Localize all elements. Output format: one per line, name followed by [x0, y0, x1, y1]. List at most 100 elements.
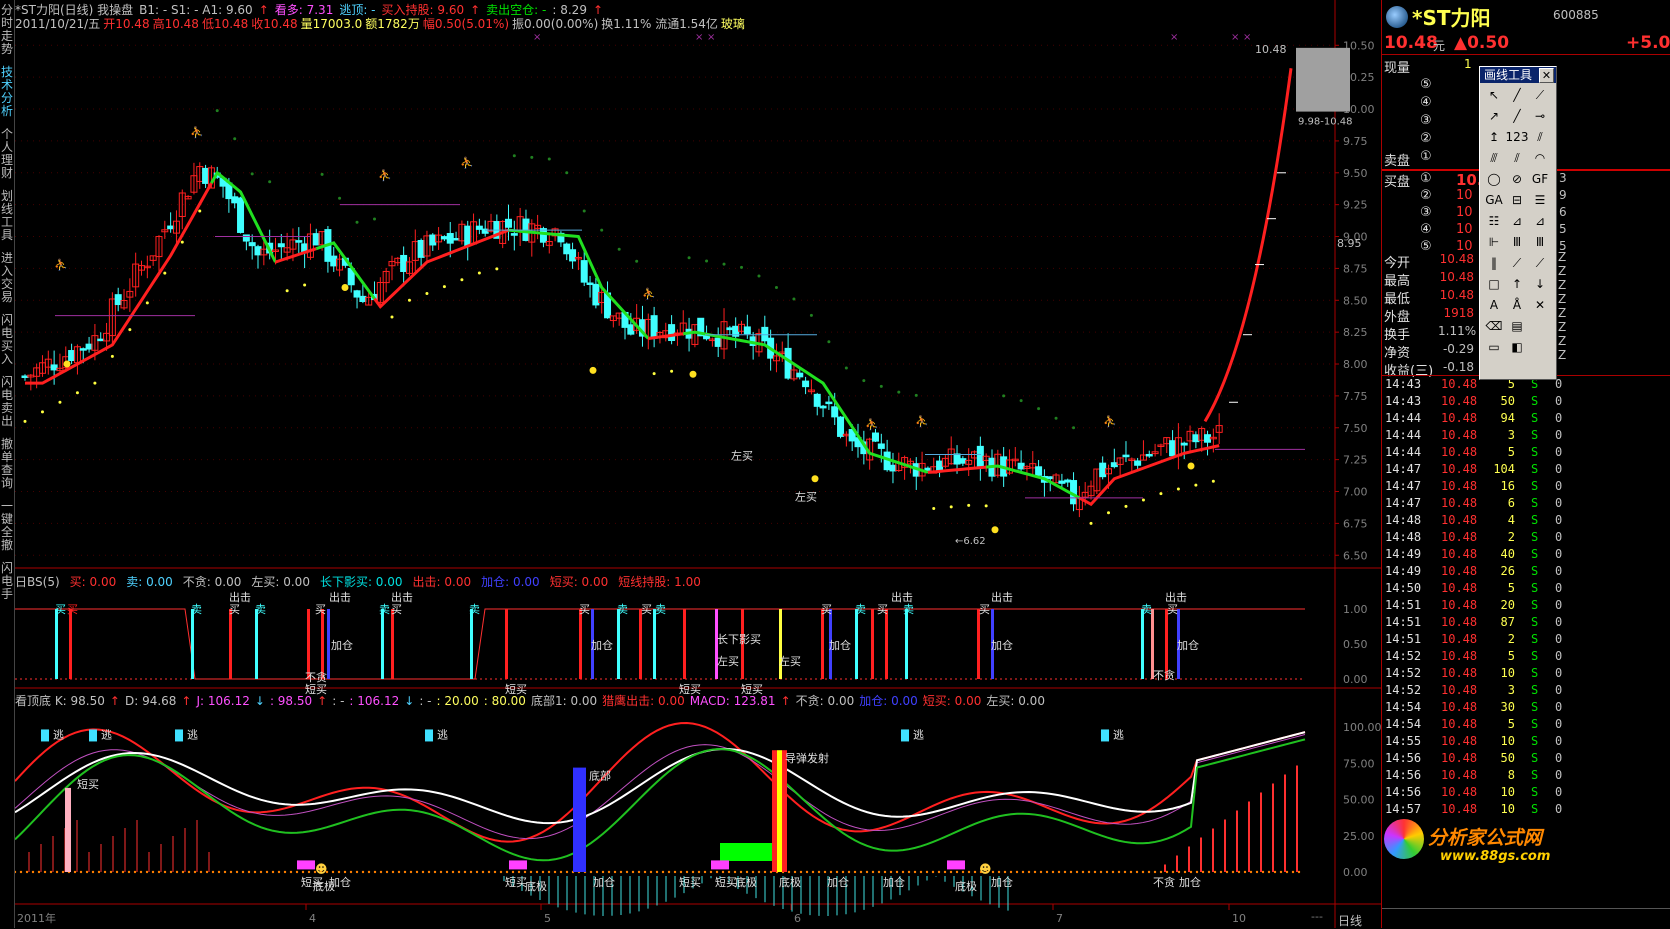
- stop-dot: [810, 314, 813, 317]
- sidebar-tab[interactable]: 闪电买入: [1, 314, 13, 372]
- kdj-baseline-dot: [446, 871, 448, 873]
- sidebar-tab[interactable]: 技术分析: [1, 66, 13, 124]
- kdj-baseline-dot: [1118, 871, 1120, 873]
- kdj-baseline-dot: [488, 871, 490, 873]
- candle-body: [628, 325, 634, 334]
- kdj-baseline-dot: [1106, 871, 1108, 873]
- kdj-baseline-dot: [374, 871, 376, 873]
- candle-body: [86, 344, 92, 349]
- signal-dot: [690, 371, 697, 378]
- kdj-baseline-dot: [1142, 871, 1144, 873]
- kdj-baseline-dot: [974, 871, 976, 873]
- kdj-baseline-dot: [740, 871, 742, 873]
- kdj-baseline-dot: [344, 871, 346, 873]
- kdj-baseline-dot: [1286, 871, 1288, 873]
- bs-axis-label: 0.50: [1343, 638, 1368, 651]
- sidebar-tab[interactable]: 撤单查询: [1, 438, 13, 496]
- stop-dot: [181, 241, 184, 244]
- bs-signal-bar: [855, 609, 858, 679]
- stop-dot: [897, 391, 900, 394]
- runner-icon: ⛹: [460, 155, 474, 169]
- chart-area[interactable]: 10.5010.2510.009.759.509.259.008.758.508…: [15, 0, 1381, 928]
- price-tick-label: 8.50: [1343, 294, 1368, 307]
- kdj-baseline-dot: [20, 871, 22, 873]
- stop-dot: [618, 248, 621, 251]
- sidebar-tab[interactable]: 划线工具: [1, 190, 13, 248]
- bs-signal-label: 出击: [991, 590, 1013, 604]
- candle-body: [296, 241, 302, 243]
- candle-body: [570, 250, 576, 261]
- magenta-block: [711, 860, 729, 869]
- kdj-baseline-dot: [500, 871, 502, 873]
- sidebar-tab[interactable]: 闪电卖出: [1, 376, 13, 434]
- bs-signal-bar: [653, 609, 656, 679]
- box-range-label: 9.98-10.48: [1298, 117, 1353, 128]
- kdj-baseline-dot: [272, 871, 274, 873]
- bs-signal-label: 卖: [191, 603, 202, 616]
- kdj-baseline-dot: [260, 871, 262, 873]
- kdj-baseline-dot: [1280, 871, 1282, 873]
- kdj-baseline-dot: [770, 871, 772, 873]
- kdj-baseline-dot: [524, 871, 526, 873]
- kdj-baseline-dot: [896, 871, 898, 873]
- kdj-baseline-dot: [1190, 871, 1192, 873]
- sidebar-tab[interactable]: 闪电手: [1, 562, 13, 607]
- candle-body: [238, 198, 244, 232]
- missile-bar: [782, 750, 787, 872]
- price-box: [1296, 48, 1350, 112]
- kdj-baseline-dot: [1082, 871, 1084, 873]
- bs-signal-bar: [191, 609, 194, 679]
- kdj-baseline-dot: [908, 871, 910, 873]
- candle-body: [564, 244, 570, 254]
- price-tick-label: 8.75: [1343, 262, 1368, 275]
- kdj-baseline-dot: [1274, 871, 1276, 873]
- stop-dot: [93, 382, 96, 385]
- kdj-baseline-dot: [1166, 871, 1168, 873]
- signal-dot: [590, 367, 597, 374]
- stop-dot: [653, 372, 656, 375]
- sidebar-tab[interactable]: 分时走势: [1, 4, 13, 62]
- candle-body: [115, 295, 121, 305]
- sidebar-tab[interactable]: 进入交易: [1, 252, 13, 310]
- candle-body: [1123, 455, 1129, 457]
- candle-body: [872, 433, 878, 441]
- sidebar-tab[interactable]: 个人理财: [1, 128, 13, 186]
- kdj-baseline-dot: [170, 871, 172, 873]
- kdj-baseline-dot: [920, 871, 922, 873]
- kdj-baseline-dot: [590, 871, 592, 873]
- stop-dot: [740, 266, 743, 269]
- kdj-baseline-dot: [1040, 871, 1042, 873]
- candle-body: [954, 454, 960, 464]
- stop-dot: [705, 259, 708, 262]
- escape-marker: [425, 729, 433, 741]
- stop-dot: [303, 283, 306, 286]
- stop-dot: [460, 278, 463, 281]
- bs-signal-bar: [505, 609, 508, 679]
- kdj-baseline-dot: [1034, 871, 1036, 873]
- kdj-baseline-dot: [1256, 871, 1258, 873]
- bs-signal-bar: [381, 609, 384, 679]
- bs-signal-bar: [391, 609, 394, 679]
- bs-signal-bar: [779, 609, 782, 679]
- candle-body: [826, 402, 832, 404]
- kdj-baseline-dot: [104, 871, 106, 873]
- sidebar-tab[interactable]: 一键全撤: [1, 500, 13, 558]
- kdj-baseline-dot: [284, 871, 286, 873]
- kdj-baseline-dot: [362, 871, 364, 873]
- bs-signal-bar: [321, 609, 324, 679]
- stop-dot: [967, 504, 970, 507]
- bs-signal-bar: [307, 609, 310, 679]
- low-mark-label: ←6.62: [955, 536, 986, 547]
- candle-body: [1047, 477, 1053, 479]
- kdj-baseline-dot: [1292, 871, 1294, 873]
- stop-dot: [1020, 399, 1023, 402]
- candle-body: [669, 325, 675, 341]
- green-block: [720, 843, 772, 861]
- kdj-axis-label: 25.00: [1343, 830, 1375, 843]
- stop-dot: [198, 210, 201, 213]
- bs-signal-bar: [871, 609, 874, 679]
- candle-body: [803, 381, 809, 387]
- stop-dot: [845, 367, 848, 370]
- kdj-baseline-dot: [224, 871, 226, 873]
- kdj-baseline-dot: [74, 871, 76, 873]
